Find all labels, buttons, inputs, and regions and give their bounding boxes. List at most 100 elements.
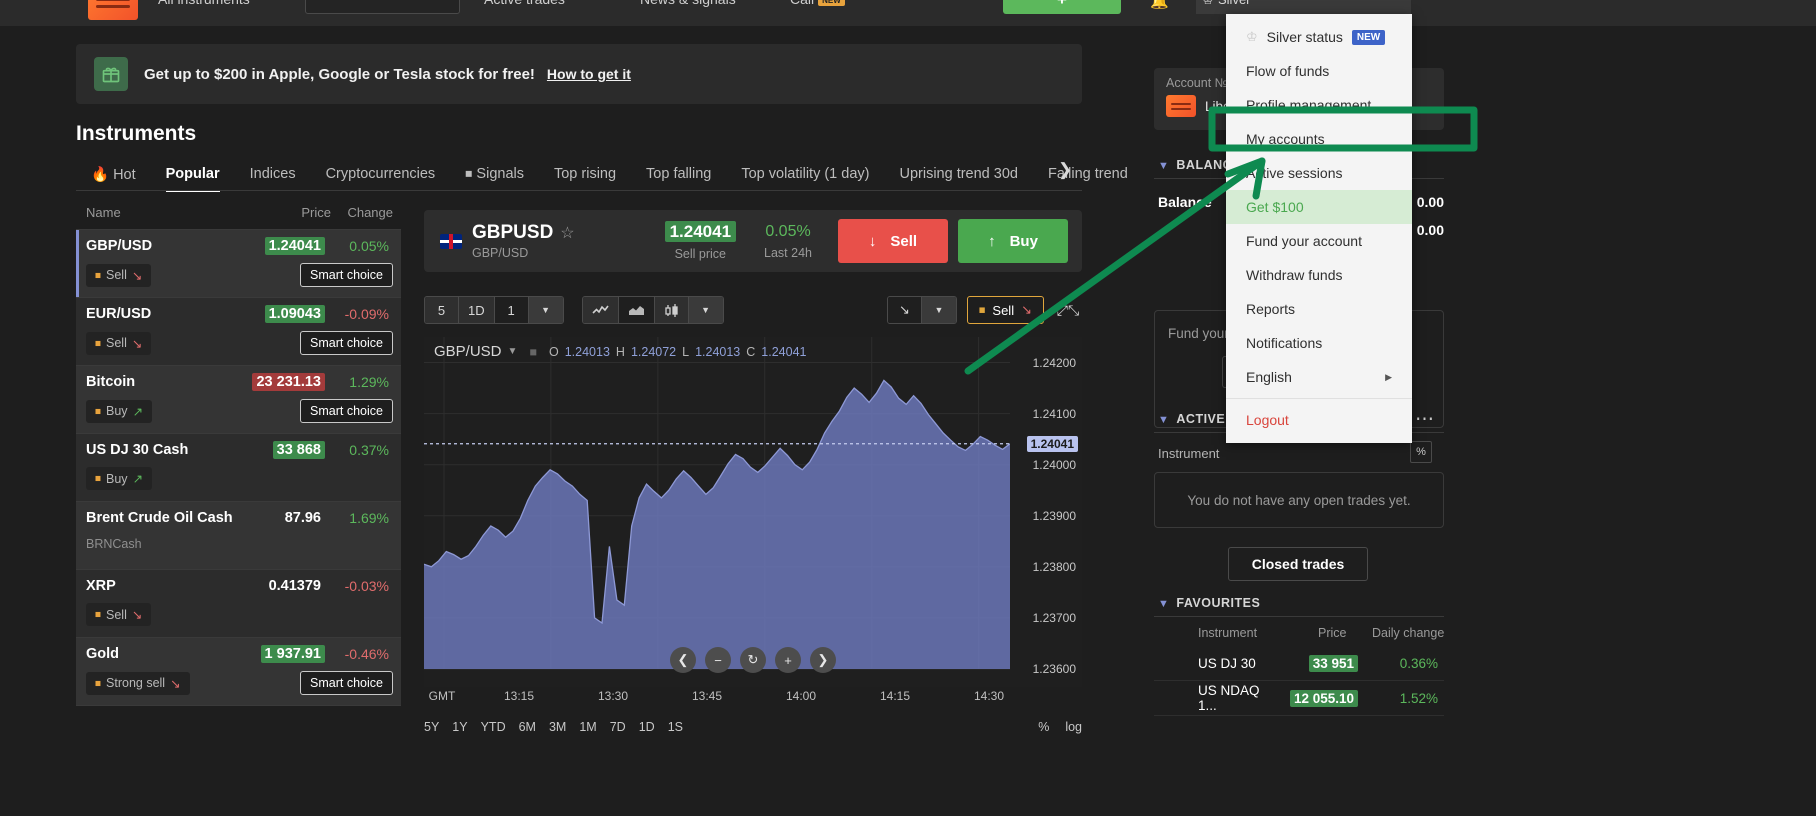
interval-5[interactable]: 5 [425, 297, 459, 323]
table-row[interactable]: US DJ 30 Cash 33 868 0.37% ⏹ Buy ↗ [76, 434, 401, 502]
menu-item-english[interactable]: English ▶ [1226, 360, 1412, 394]
closed-trades-button[interactable]: Closed trades [1228, 547, 1368, 581]
range-button-3m[interactable]: 3M [549, 720, 566, 734]
line-chart-icon[interactable] [582, 297, 619, 323]
table-row[interactable]: Gold 1 937.91 -0.46% ⏹ Strong sell ↘ Smart… [76, 638, 401, 706]
add-funds-button[interactable] [1003, 0, 1121, 14]
nav-call-badge: NEW [818, 0, 845, 6]
area-chart-icon[interactable] [618, 297, 655, 323]
tab-falling-trend[interactable]: Falling trend [1033, 166, 1143, 182]
menu-item-reports[interactable]: Reports [1226, 292, 1412, 326]
signal-button[interactable]: ⏹ Sell ↘ [86, 331, 152, 355]
price-chart[interactable]: GBP/USD ▼ ■ O 1.24013 H 1.24072 L 1.24013 C… [424, 337, 1082, 734]
menu-item-active-sessions[interactable]: Active sessions [1226, 156, 1412, 190]
status-badge: NEW [1351, 29, 1386, 45]
trend-dropdown-icon[interactable]: ▼ [921, 297, 956, 323]
smart-choice-button[interactable]: Smart choice [300, 671, 393, 695]
table-row[interactable]: GBP/USD 1.24041 0.05% ⏹ Sell ↘ Smart choic… [76, 230, 401, 298]
more-horizontal-icon[interactable]: ⋯ [1415, 408, 1435, 431]
table-row[interactable]: Bitcoin 23 231.13 1.29% ⏹ Buy ↗ Smart choi… [76, 366, 401, 434]
list-item[interactable]: US NDAQ 1... 12 055.10 1.52% [1154, 681, 1444, 716]
chart-type-dropdown-icon[interactable]: ▼ [688, 297, 723, 323]
menu-item-withdraw-funds[interactable]: Withdraw funds [1226, 258, 1412, 292]
instrument-list: Name Price Change GBP/USD 1.24041 0.05% … [76, 196, 401, 716]
scale-button-pct[interactable]: % [1038, 720, 1049, 734]
smart-choice-button[interactable]: Smart choice [300, 263, 393, 287]
tab-top-volatility[interactable]: Top volatility (1 day) [726, 166, 884, 182]
menu-item-fund-your-account[interactable]: Fund your account [1226, 224, 1412, 258]
bell-icon[interactable]: 🔔 [1150, 0, 1169, 10]
nav-call[interactable]: Call NEW [790, 0, 845, 7]
menu-item-silver-status[interactable]: ♔ Silver status NEW [1226, 20, 1412, 54]
list-item[interactable]: US DJ 30 33 951 0.36% [1154, 646, 1444, 681]
signal-button[interactable]: ⏹ Strong sell ↘ [86, 671, 190, 695]
time-tick: 13:45 [691, 689, 723, 703]
nav-news-signals[interactable]: News & signals [640, 0, 736, 7]
reset-icon[interactable]: ↻ [740, 647, 766, 673]
signal-button[interactable]: ⏹ Buy ↗ [86, 467, 153, 490]
tab-popular[interactable]: Popular [151, 166, 235, 192]
arrow-down-right-icon[interactable]: ↘ [887, 297, 922, 323]
current-price-tag: 1.24041 [1026, 435, 1078, 452]
buy-button[interactable]: ↑ Buy [958, 219, 1068, 263]
camera-icon[interactable]: ■ [529, 345, 537, 359]
menu-item-get-100[interactable]: Get $100 [1226, 190, 1412, 224]
chevron-down-icon[interactable]: ▼ [528, 297, 563, 323]
menu-item-profile-management[interactable]: Profile management [1226, 88, 1412, 122]
percent-toggle[interactable]: % [1410, 441, 1432, 463]
price-tick: 1.23900 [1032, 508, 1076, 523]
prev-icon[interactable]: ❮ [670, 647, 696, 673]
promo-banner[interactable]: Get up to $200 in Apple, Google or Tesla… [76, 44, 1082, 104]
range-button-ytd[interactable]: YTD [481, 720, 506, 734]
tab-indices[interactable]: Indices [235, 166, 311, 182]
signal-button[interactable]: ⏹ Sell ↘ [86, 263, 152, 287]
range-button-1m[interactable]: 1M [579, 720, 596, 734]
tab-uprising-trend[interactable]: Uprising trend 30d [884, 166, 1033, 182]
chevron-down-icon[interactable]: ▼ [508, 346, 518, 357]
tab-top-falling[interactable]: Top falling [631, 166, 726, 182]
smart-choice-button[interactable]: Smart choice [300, 399, 393, 423]
tab-hot[interactable]: 🔥 Hot [76, 166, 151, 183]
silver-status-button[interactable]: ♔ Silver [1196, 0, 1411, 14]
tab-cryptocurrencies[interactable]: Cryptocurrencies [311, 166, 451, 182]
menu-item-notifications[interactable]: Notifications [1226, 326, 1412, 360]
table-row[interactable]: XRP 0.41379 -0.03% ⏹ Sell ↘ [76, 570, 401, 638]
range-button-1y[interactable]: 1Y [452, 720, 467, 734]
scale-button-log[interactable]: log [1065, 720, 1082, 734]
smart-choice-button[interactable]: Smart choice [300, 331, 393, 355]
tab-signals[interactable]: ⏹ Signals [450, 166, 539, 182]
ohlc-open: 1.24013 [564, 344, 610, 359]
zoom-in-icon[interactable]: + [775, 647, 801, 673]
next-icon[interactable]: ❯ [810, 647, 836, 673]
range-button-1s[interactable]: 1S [668, 720, 683, 734]
range-button-6m[interactable]: 6M [519, 720, 536, 734]
candlestick-chart-icon[interactable] [654, 297, 689, 323]
instrument-change: 1.69% [349, 510, 389, 526]
ohlc-key-c: C [746, 344, 756, 359]
chevron-right-icon[interactable]: ❯ [1058, 160, 1072, 180]
chart-sell-signal-button[interactable]: ⏹ Sell ↘ [966, 296, 1044, 324]
nav-all-instruments[interactable]: All instruments [158, 0, 250, 7]
range-button-1d[interactable]: 1D [639, 720, 655, 734]
sell-button[interactable]: ↓ Sell [838, 219, 948, 263]
star-icon[interactable]: ☆ [560, 225, 574, 242]
promo-link[interactable]: How to get it [547, 66, 631, 82]
nav-active-trades[interactable]: Active trades [484, 0, 565, 7]
interval-1[interactable]: 1 [494, 297, 529, 323]
signal-button[interactable]: ⏹ Buy ↗ [86, 399, 153, 423]
menu-item-logout[interactable]: Logout [1226, 403, 1412, 437]
interval-1d[interactable]: 1D [459, 297, 495, 323]
range-button-7d[interactable]: 7D [610, 720, 626, 734]
section-favourites[interactable]: ▼ FAVOURITES [1158, 596, 1260, 610]
brand-logo-icon[interactable] [88, 0, 138, 20]
table-row[interactable]: Brent Crude Oil Cash 87.96 1.69% BRNCash [76, 502, 401, 570]
table-row[interactable]: EUR/USD 1.09043 -0.09% ⏹ Sell ↘ Smart choi… [76, 298, 401, 366]
range-button-5y[interactable]: 5Y [424, 720, 439, 734]
menu-item-flow-of-funds[interactable]: Flow of funds [1226, 54, 1412, 88]
search-input[interactable] [305, 0, 460, 14]
tab-top-rising[interactable]: Top rising [539, 166, 631, 182]
fullscreen-icon[interactable]: ⤢⤡ [1054, 296, 1082, 324]
menu-item-my-accounts[interactable]: My accounts [1226, 122, 1412, 156]
zoom-out-icon[interactable]: − [705, 647, 731, 673]
signal-button[interactable]: ⏹ Sell ↘ [86, 603, 152, 626]
